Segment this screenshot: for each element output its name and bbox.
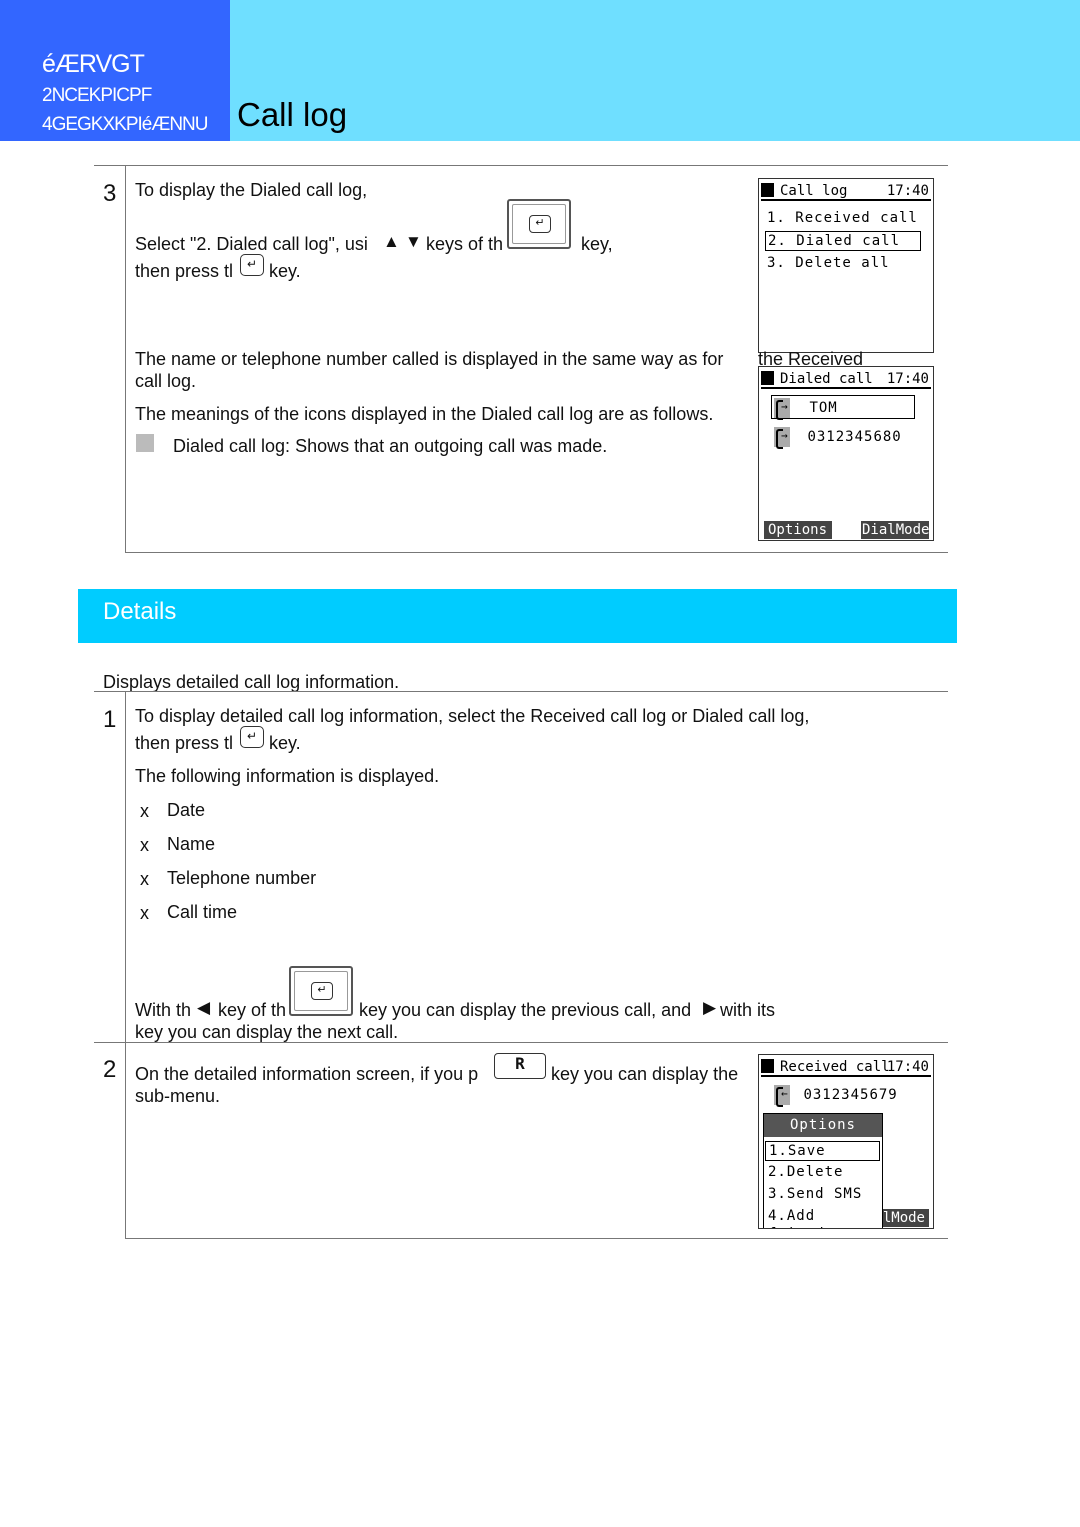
screen-title-bar: Call log 17:40 — [761, 181, 931, 201]
phone-screen-call-log: Call log 17:40 1. Received call 2. Diale… — [758, 178, 934, 353]
step-text: with its — [720, 1000, 776, 1020]
step-text: then press tl — [135, 261, 234, 281]
bullet-marker: x — [140, 801, 149, 821]
step-text: key. — [269, 261, 301, 281]
divider — [94, 1042, 948, 1043]
info-item-call-time: Call time — [167, 902, 238, 922]
step-text: Select "2. Dialed call log", usi — [135, 234, 368, 254]
down-arrow-icon: ▼ — [405, 232, 422, 251]
menu-item-add-friend[interactable]: 4.Add friend — [765, 1207, 880, 1228]
softkey-options[interactable]: Options — [764, 521, 832, 539]
step-text: With th — [135, 1000, 192, 1020]
menu-item-send-sms[interactable]: 3.Send SMS — [765, 1185, 880, 1205]
menu-item-dialed-call[interactable]: 2. Dialed call — [765, 231, 921, 251]
section-title: Details — [103, 598, 177, 625]
menu-item-received-call[interactable]: 1. Received call — [767, 209, 918, 227]
popup-title: Options — [764, 1114, 882, 1137]
phone-screen-dialed-call: Dialed call 17:40 → TOM → 0312345680 Opt… — [758, 366, 934, 541]
step-box-border — [125, 692, 126, 1042]
screen-title: Received call — [780, 1059, 890, 1075]
menu-item-delete[interactable]: 2.Delete — [765, 1163, 880, 1183]
page-title: Call log — [237, 96, 348, 133]
header-right-block — [230, 0, 1080, 141]
screen-title: Dialed call — [780, 371, 873, 387]
step-box-border — [125, 552, 948, 553]
screen-time: 17:40 — [886, 371, 929, 387]
enter-key-icon: ↵ — [240, 254, 264, 276]
step-text: keys of th — [426, 234, 504, 254]
screen-time: 17:40 — [886, 183, 929, 199]
step-text: call log. — [135, 371, 197, 391]
step-text: The following information is displayed. — [135, 766, 440, 786]
status-block-icon — [761, 371, 774, 385]
step-text: key you can display the previous call, a… — [359, 1000, 692, 1020]
divider — [94, 165, 948, 166]
step-text: key of th — [218, 1000, 287, 1020]
step-box-border — [125, 166, 126, 553]
enter-icon: ↵ — [529, 215, 551, 233]
header-garbled-line-3: 4GEGKXKPIéÆNNU — [42, 114, 208, 135]
step-text: key you can display the next call. — [135, 1022, 399, 1042]
outgoing-call-icon: → — [774, 398, 790, 420]
step-text: the Received — [758, 349, 864, 369]
up-arrow-icon: ▲ — [383, 232, 400, 251]
step-text: key, — [581, 234, 613, 254]
list-item[interactable]: → 0312345680 — [774, 427, 902, 449]
incoming-call-icon: ← — [774, 1085, 790, 1107]
screen-time: 17:40 — [886, 1059, 929, 1075]
navigation-key-icon: ↵ — [289, 966, 353, 1016]
left-arrow-icon: ◀ — [197, 998, 211, 1017]
softkey-dialmode[interactable]: DialMode — [861, 521, 929, 539]
entry-number: 0312345679 — [803, 1087, 898, 1103]
menu-item-delete-all[interactable]: 3. Delete all — [767, 254, 890, 272]
navigation-key-icon: ↵ — [507, 199, 571, 249]
step-number: 2 — [103, 1056, 117, 1083]
divider — [94, 691, 948, 692]
entry-number: 0312345680 — [807, 429, 902, 445]
list-item[interactable]: ← 0312345679 — [774, 1085, 898, 1107]
list-item[interactable]: → TOM — [771, 395, 915, 420]
screen-title: Call log — [780, 183, 848, 199]
icon-description: Dialed call log: Shows that an outgoing … — [173, 436, 608, 456]
info-item-name: Name — [167, 834, 216, 854]
entry-name: TOM — [809, 400, 838, 416]
softkey-dialmode[interactable]: lMode — [877, 1209, 929, 1227]
step-text: The name or telephone number called is d… — [135, 349, 724, 369]
phone-screen-received-call: Received call 17:40 ← 0312345679 lMode O… — [758, 1054, 934, 1229]
step-box-border — [125, 1043, 126, 1239]
right-arrow-icon: ▶ — [703, 998, 717, 1017]
step-number: 1 — [103, 706, 117, 733]
bullet-marker: x — [140, 869, 149, 889]
step-text: key you can display the — [551, 1064, 739, 1084]
section-banner — [78, 589, 957, 643]
enter-icon: ↵ — [311, 982, 333, 1000]
step-number: 3 — [103, 180, 117, 207]
outgoing-call-icon: → — [774, 427, 790, 449]
step-text: key. — [269, 733, 301, 753]
section-intro: Displays detailed call log information. — [103, 672, 400, 692]
info-item-telephone-number: Telephone number — [167, 868, 317, 888]
r-key-icon: R — [494, 1053, 546, 1079]
menu-item-save[interactable]: 1.Save — [765, 1141, 880, 1161]
status-block-icon — [761, 183, 774, 197]
header-garbled-line-2: 2NCEKPICPF — [42, 85, 152, 106]
bullet-marker: x — [140, 835, 149, 855]
info-item-date: Date — [167, 800, 206, 820]
screen-title-bar: Received call 17:40 — [761, 1057, 931, 1077]
status-block-icon — [761, 1059, 774, 1073]
step-text: then press tl — [135, 733, 234, 753]
step-text: sub-menu. — [135, 1086, 221, 1106]
options-popup-menu: Options 1.Save 2.Delete 3.Send SMS 4.Add… — [763, 1113, 883, 1228]
step-text: The meanings of the icons displayed in t… — [135, 404, 714, 424]
step-text: To display detailed call log information… — [135, 706, 810, 726]
bullet-marker: x — [140, 903, 149, 923]
enter-key-icon: ↵ — [240, 726, 264, 748]
step-box-border — [125, 1238, 948, 1239]
dialed-call-icon — [136, 434, 154, 452]
step-text: To display the Dialed call log, — [135, 180, 368, 200]
header-garbled-line-1: éÆRVGT — [42, 50, 145, 78]
step-text: On the detailed information screen, if y… — [135, 1064, 479, 1084]
screen-title-bar: Dialed call 17:40 — [761, 369, 931, 389]
